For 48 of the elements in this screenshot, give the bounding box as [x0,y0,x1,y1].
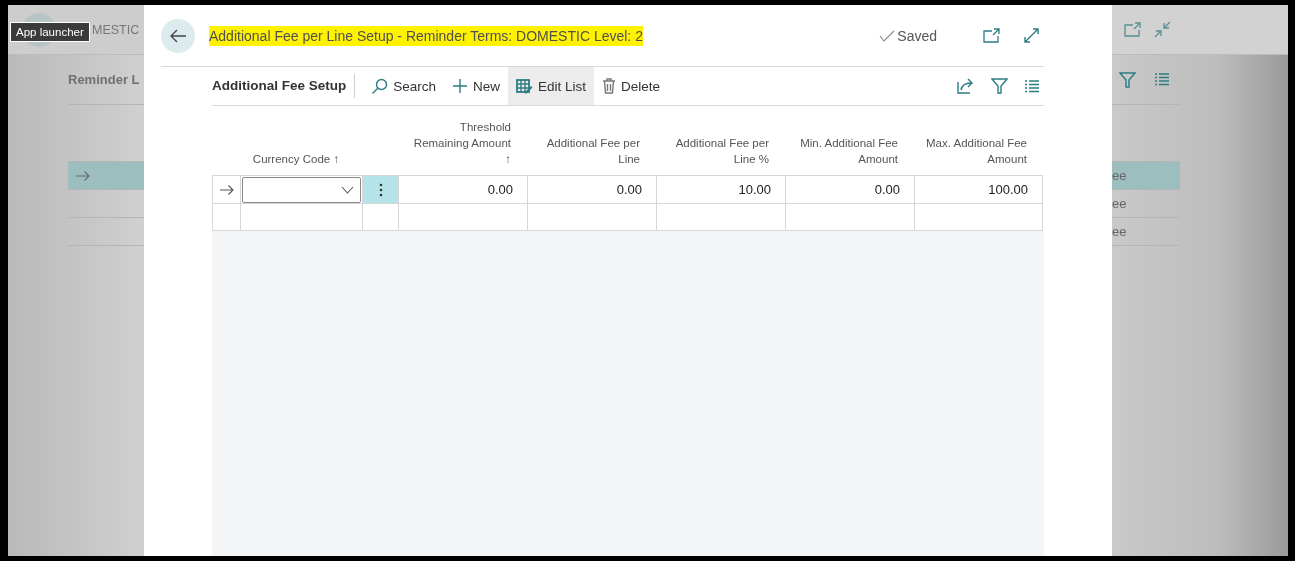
column-header[interactable]: Additional Fee per Line [533,135,640,167]
back-button[interactable] [161,18,195,53]
dialog-title: Additional Fee per Line Setup - Reminder Terms: DOMESTIC Level: 2 [209,25,643,46]
table-cell[interactable] [240,203,362,231]
saved-status: Saved [879,27,937,44]
table-cell[interactable] [914,203,1043,231]
currency-code-dropdown[interactable] [242,176,361,203]
plus-icon [452,78,469,94]
check-icon [879,29,896,42]
list-row[interactable] [68,162,144,190]
table-cell[interactable] [656,203,785,231]
search-button[interactable]: Search [363,67,445,105]
section-title: Reminder L [68,72,140,87]
list-icon[interactable] [1154,73,1170,86]
table-cell[interactable]: 100.00 [914,175,1043,203]
arrow-right-icon [76,170,90,181]
search-icon [371,77,389,95]
row-selector[interactable] [212,175,240,203]
tooltip: App launcher [10,22,90,42]
table-cell[interactable]: 0.00 [785,175,914,203]
share-icon [957,78,975,94]
column-header[interactable]: Currency Code ↑ [252,151,340,167]
table-cell[interactable] [527,203,656,231]
arrow-right-icon [219,184,234,195]
row-actions-button[interactable] [362,175,398,203]
expand-icon [1023,27,1040,44]
back-arrow-icon [170,28,186,43]
column-header[interactable]: Max. Additional Fee Amount [920,135,1027,167]
delete-button[interactable]: Delete [594,67,669,105]
column-header[interactable]: Additional Fee per Line % [662,135,769,167]
table-cell[interactable]: 0.00 [527,175,656,203]
page-title: MESTIC [92,22,140,37]
chevron-down-icon [341,185,354,194]
column-header[interactable]: Min. Additional Fee Amount [791,135,898,167]
edit-table-icon [516,78,534,94]
toolbar-title: Additional Fee Setup [212,74,356,98]
table-cell[interactable] [785,203,914,231]
column-header[interactable]: Threshold Remaining Amount ↑ [404,119,511,167]
more-vertical-icon [378,182,383,197]
new-button[interactable]: New [444,67,509,105]
collapse-icon[interactable] [1154,21,1171,38]
edit-button[interactable]: Edit List [508,67,595,105]
table-cell[interactable]: 0.00 [398,175,527,203]
filter-icon[interactable] [1119,71,1136,88]
trash-icon [602,78,617,94]
table-cell[interactable]: 10.00 [656,175,785,203]
table-cell[interactable] [398,203,527,231]
open-in-new-window-icon[interactable] [1124,22,1142,37]
